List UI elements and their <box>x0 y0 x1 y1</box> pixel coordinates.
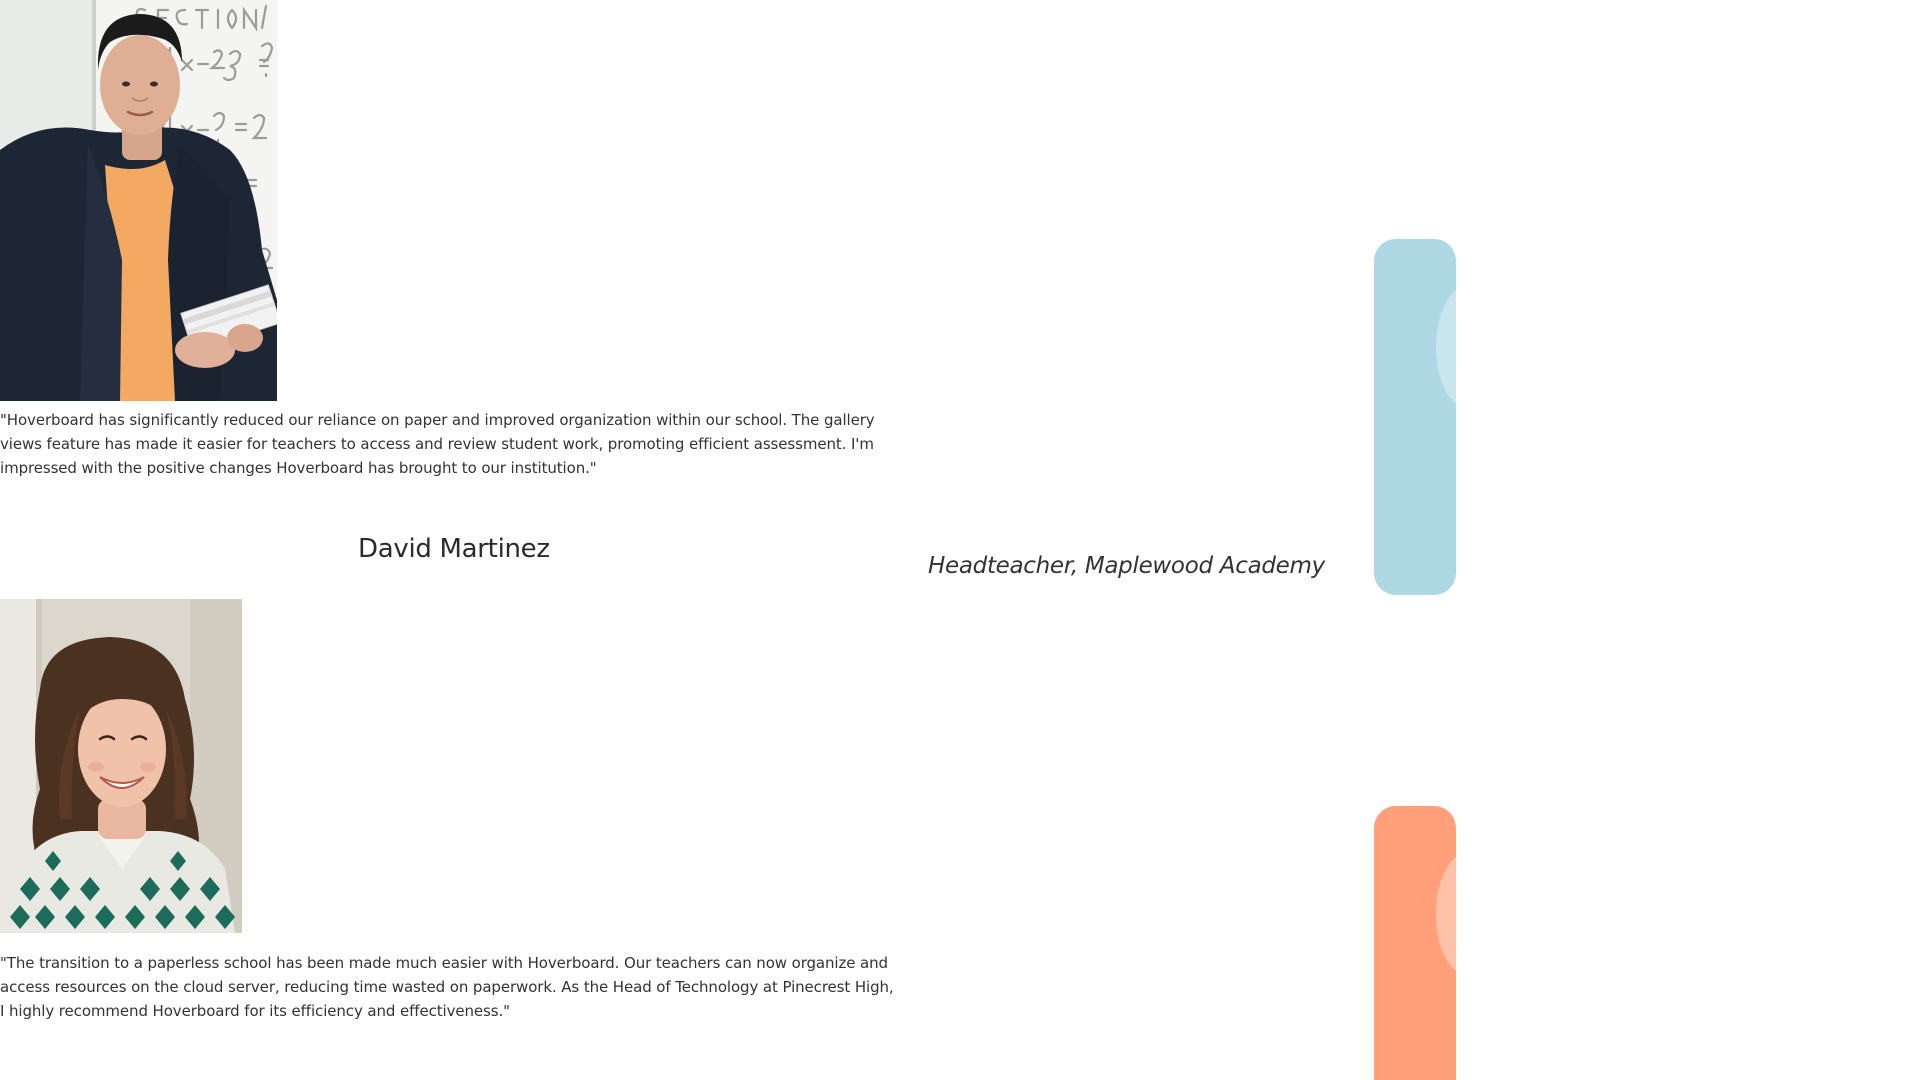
pill-sheen <box>1436 287 1456 407</box>
decorative-accent-pill-blue <box>1374 239 1456 595</box>
testimonial-author-name: David Martinez <box>358 534 550 564</box>
testimonial-quote: "The transition to a paperless school ha… <box>0 954 894 1020</box>
testimonial-quote: "Hoverboard has significantly reduced ou… <box>0 411 875 477</box>
teacher-photo-illustration <box>0 599 242 933</box>
testimonial-photo-david-martinez <box>0 0 277 401</box>
pill-sheen <box>1436 854 1456 974</box>
decorative-accent-pill-orange <box>1374 806 1456 1080</box>
testimonial-author-role: Headteacher, Maplewood Academy <box>928 553 1325 579</box>
testimonial-photo-head-of-technology <box>0 599 242 933</box>
teacher-photo-illustration <box>0 0 277 401</box>
testimonials-page: "Hoverboard has significantly reduced ou… <box>0 0 1920 1080</box>
